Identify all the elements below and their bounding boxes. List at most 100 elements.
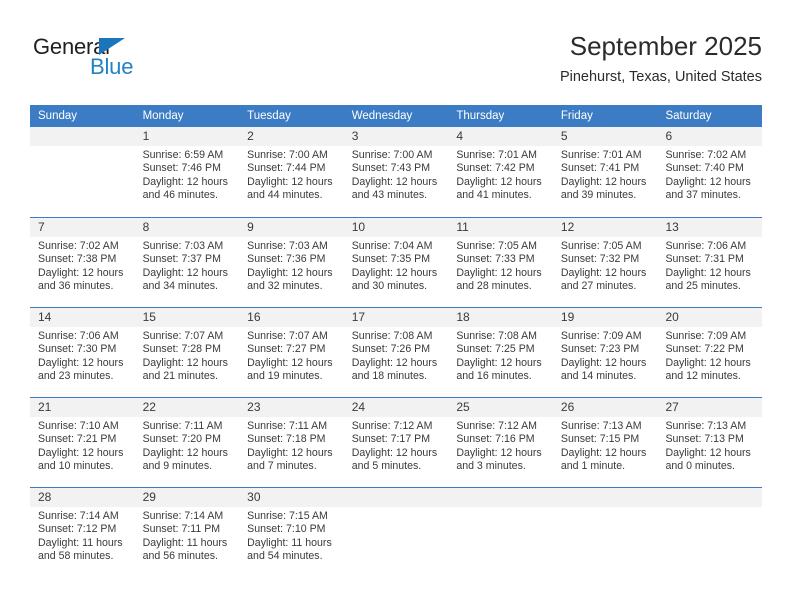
daylight-text-line2: and 39 minutes. [560, 189, 637, 202]
day-cell-2[interactable]: 2 Sunrise: 7:00 AM Sunset: 7:44 PM Daylight… [239, 127, 344, 217]
daylight-text-line1: Daylight: 12 hours [142, 446, 228, 459]
daylight-text-line1: Daylight: 12 hours [351, 175, 438, 188]
day-number: 12 [552, 218, 658, 237]
day-cell-7[interactable]: 7 Sunrise: 7:02 AM Sunset: 7:38 PM Daylight… [30, 218, 135, 307]
sunrise-text: Sunrise: 7:09 AM [560, 330, 642, 342]
daylight-text-line2: and 16 minutes. [456, 370, 532, 383]
daylight-text-line2: and 54 minutes. [247, 550, 323, 563]
sunset-text: Sunset: 7:12 PM [38, 523, 117, 536]
daylight-text-line1: Daylight: 11 hours [38, 536, 123, 549]
sunset-text: Sunset: 7:30 PM [38, 343, 117, 356]
day-info: Sunrise: 7:02 AM Sunset: 7:38 PM Daylight:… [30, 237, 135, 294]
day-info: Sunrise: 7:06 AM Sunset: 7:31 PM Daylight:… [657, 237, 762, 294]
sunrise-text: Sunrise: 7:02 AM [38, 240, 119, 252]
day-cell-12[interactable]: 12 Sunrise: 7:05 AM Sunset: 7:32 PM Dayligh… [552, 218, 658, 307]
daylight-text-line1: Daylight: 11 hours [247, 536, 332, 549]
day-info: Sunrise: 7:03 AM Sunset: 7:36 PM Daylight:… [239, 237, 344, 294]
day-number: 23 [239, 398, 344, 417]
daylight-text-line1: Daylight: 12 hours [247, 356, 333, 369]
daylight-text-line1: Daylight: 12 hours [456, 446, 542, 459]
sunrise-text: Sunrise: 7:15 AM [247, 510, 328, 522]
sunrise-text: Sunrise: 7:12 AM [351, 420, 433, 432]
sunset-text: Sunset: 7:37 PM [142, 253, 221, 266]
sunset-text: Sunset: 7:22 PM [665, 343, 744, 356]
day-cell-15[interactable]: 15 Sunrise: 7:07 AM Sunset: 7:28 PM Dayligh… [134, 308, 240, 397]
day-cell-9[interactable]: 9 Sunrise: 7:03 AM Sunset: 7:36 PM Daylight… [239, 218, 344, 307]
daylight-text-line2: and 27 minutes. [560, 280, 637, 293]
day-cell-22[interactable]: 22 Sunrise: 7:11 AM Sunset: 7:20 PM Dayligh… [134, 398, 240, 487]
day-cell-21[interactable]: 21 Sunrise: 7:10 AM Sunset: 7:21 PM Dayligh… [30, 398, 135, 487]
day-info: Sunrise: 7:01 AM Sunset: 7:42 PM Daylight:… [448, 146, 553, 203]
daylight-text-line2: and 34 minutes. [142, 280, 218, 293]
day-cell-1[interactable]: 1 Sunrise: 6:59 AM Sunset: 7:46 PM Daylight… [134, 127, 240, 217]
brand-logo[interactable]: General Blue [33, 35, 163, 85]
day-cell-14[interactable]: 14 Sunrise: 7:06 AM Sunset: 7:30 PM Dayligh… [30, 308, 135, 397]
day-number [343, 488, 449, 507]
sunset-text: Sunset: 7:20 PM [142, 433, 221, 446]
sunset-text: Sunset: 7:32 PM [560, 253, 640, 266]
daylight-text-line2: and 14 minutes. [560, 370, 637, 383]
day-number: 26 [552, 398, 658, 417]
daylight-text-line1: Daylight: 12 hours [38, 266, 124, 279]
day-info: Sunrise: 7:06 AM Sunset: 7:30 PM Daylight:… [30, 327, 135, 384]
daylight-text-line2: and 25 minutes. [665, 280, 741, 293]
day-cell-13[interactable]: 13 Sunrise: 7:06 AM Sunset: 7:31 PM Dayligh… [657, 218, 763, 307]
day-cell-28[interactable]: 28 Sunrise: 7:14 AM Sunset: 7:12 PM Dayligh… [30, 488, 135, 577]
sunset-text: Sunset: 7:26 PM [351, 343, 431, 356]
day-info: Sunrise: 7:14 AM Sunset: 7:12 PM Daylight:… [30, 507, 135, 564]
day-info: Sunrise: 7:08 AM Sunset: 7:26 PM Daylight:… [344, 327, 449, 384]
day-cell-20[interactable]: 20 Sunrise: 7:09 AM Sunset: 7:22 PM Dayligh… [657, 308, 763, 397]
day-cell-6[interactable]: 6 Sunrise: 7:02 AM Sunset: 7:40 PM Daylight… [657, 127, 763, 217]
sunset-text: Sunset: 7:25 PM [456, 343, 535, 356]
day-cell-10[interactable]: 10 Sunrise: 7:04 AM Sunset: 7:35 PM Dayligh… [343, 218, 449, 307]
sunrise-text: Sunrise: 7:04 AM [351, 240, 433, 252]
daylight-text-line2: and 32 minutes. [247, 280, 323, 293]
day-number: 1 [134, 127, 240, 146]
day-info: Sunrise: 7:13 AM Sunset: 7:13 PM Daylight:… [657, 417, 762, 474]
calendar-week-row: 1 Sunrise: 6:59 AM Sunset: 7:46 PM Daylight… [30, 127, 763, 217]
day-number: 10 [343, 218, 449, 237]
day-cell-30[interactable]: 30 Sunrise: 7:15 AM Sunset: 7:10 PM Dayligh… [239, 488, 344, 577]
day-cell-4[interactable]: 4 Sunrise: 7:01 AM Sunset: 7:42 PM Daylight… [448, 127, 553, 217]
day-info: Sunrise: 7:12 AM Sunset: 7:17 PM Daylight:… [344, 417, 449, 474]
day-cell-25[interactable]: 25 Sunrise: 7:12 AM Sunset: 7:16 PM Dayligh… [448, 398, 553, 487]
day-info: Sunrise: 7:07 AM Sunset: 7:28 PM Daylight:… [135, 327, 240, 384]
day-cell-8[interactable]: 8 Sunrise: 7:03 AM Sunset: 7:37 PM Daylight… [134, 218, 240, 307]
sunset-text: Sunset: 7:18 PM [247, 433, 326, 446]
day-cell-17[interactable]: 17 Sunrise: 7:08 AM Sunset: 7:26 PM Dayligh… [343, 308, 449, 397]
daylight-text-line2: and 5 minutes. [351, 460, 422, 473]
day-cell-3[interactable]: 3 Sunrise: 7:00 AM Sunset: 7:43 PM Daylight… [343, 127, 449, 217]
day-cell-23[interactable]: 23 Sunrise: 7:11 AM Sunset: 7:18 PM Dayligh… [239, 398, 344, 487]
weekday-header-friday: Friday [560, 110, 593, 122]
sunset-text: Sunset: 7:23 PM [560, 343, 640, 356]
weekday-header-thursday: Thursday [456, 110, 505, 122]
day-number: 13 [657, 218, 763, 237]
day-number: 14 [30, 308, 135, 327]
sunrise-text: Sunrise: 7:13 AM [560, 420, 642, 432]
weekday-header-saturday: Saturday [665, 110, 712, 122]
calendar-week-row: 14 Sunrise: 7:06 AM Sunset: 7:30 PM Dayligh… [30, 307, 763, 397]
day-cell-29[interactable]: 29 Sunrise: 7:14 AM Sunset: 7:11 PM Dayligh… [134, 488, 240, 577]
day-cell-5[interactable]: 5 Sunrise: 7:01 AM Sunset: 7:41 PM Daylight… [552, 127, 658, 217]
day-cell-26[interactable]: 26 Sunrise: 7:13 AM Sunset: 7:15 PM Dayligh… [552, 398, 658, 487]
day-cell-18[interactable]: 18 Sunrise: 7:08 AM Sunset: 7:25 PM Dayligh… [448, 308, 553, 397]
daylight-text-line1: Daylight: 12 hours [247, 266, 333, 279]
day-cell-16[interactable]: 16 Sunrise: 7:07 AM Sunset: 7:27 PM Dayligh… [239, 308, 344, 397]
sunset-text: Sunset: 7:43 PM [351, 162, 431, 175]
day-cell-19[interactable]: 19 Sunrise: 7:09 AM Sunset: 7:23 PM Dayligh… [552, 308, 658, 397]
sunrise-text: Sunrise: 7:14 AM [142, 510, 224, 522]
day-info: Sunrise: 7:15 AM Sunset: 7:10 PM Daylight:… [239, 507, 344, 564]
day-number: 5 [552, 127, 658, 146]
sunrise-text: Sunrise: 7:00 AM [351, 149, 433, 161]
day-number: 27 [657, 398, 763, 417]
day-info: Sunrise: 7:14 AM Sunset: 7:11 PM Daylight:… [135, 507, 240, 564]
daylight-text-line1: Daylight: 12 hours [247, 175, 333, 188]
day-number: 25 [448, 398, 553, 417]
weekday-header-wednesday: Wednesday [351, 110, 413, 122]
day-cell-11[interactable]: 11 Sunrise: 7:05 AM Sunset: 7:33 PM Dayligh… [448, 218, 553, 307]
day-cell-24[interactable]: 24 Sunrise: 7:12 AM Sunset: 7:17 PM Dayligh… [343, 398, 449, 487]
daylight-text-line1: Daylight: 12 hours [560, 356, 647, 369]
page-subtitle: Pinehurst, Texas, United States [559, 69, 762, 85]
day-cell-27[interactable]: 27 Sunrise: 7:13 AM Sunset: 7:13 PM Dayligh… [657, 398, 763, 487]
day-info: Sunrise: 7:09 AM Sunset: 7:22 PM Daylight:… [657, 327, 762, 384]
